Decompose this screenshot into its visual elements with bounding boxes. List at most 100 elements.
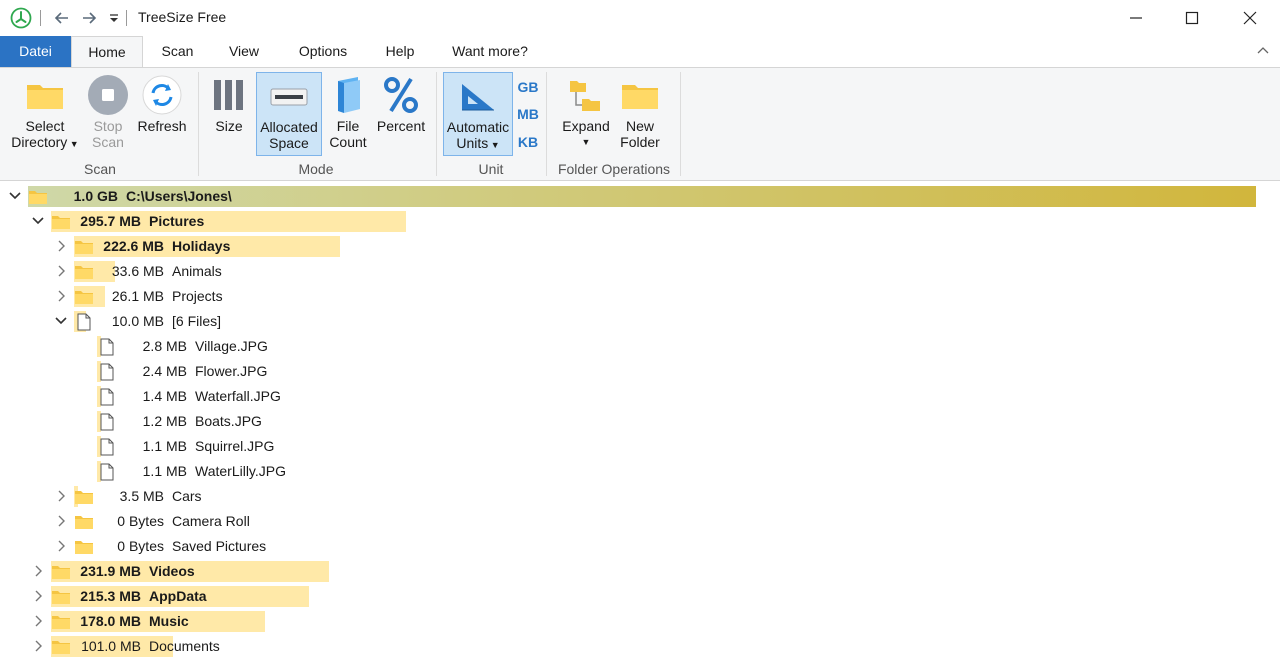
window-title: TreeSize Free — [138, 9, 227, 25]
select-directory-button[interactable]: Select Directory ▼ — [6, 72, 84, 156]
tree-row[interactable]: 33.6 MB Animals — [0, 259, 1280, 284]
size-mode-button[interactable]: Size — [208, 72, 250, 156]
automatic-units-button[interactable]: Automatic Units ▼ — [443, 72, 513, 156]
tree-row[interactable]: 295.7 MB Pictures — [0, 209, 1280, 234]
tree-row[interactable]: 10.0 MB [6 Files] — [0, 309, 1280, 334]
tree-row-name: Village.JPG — [195, 338, 268, 354]
folder-icon — [28, 188, 48, 205]
automatic-units-label-2: Units — [456, 135, 489, 151]
file-count-mode-button[interactable]: File Count — [326, 72, 370, 156]
allocated-space-mode-button[interactable]: Allocated Space — [256, 72, 322, 156]
tree-row-size: 2.4 MB — [142, 363, 187, 379]
chevron-right-icon[interactable] — [54, 538, 68, 554]
folder-icon — [74, 513, 94, 530]
chevron-right-icon[interactable] — [54, 238, 68, 254]
chevron-right-icon[interactable] — [54, 488, 68, 504]
maximize-button[interactable] — [1163, 0, 1221, 36]
tree-row-name: Squirrel.JPG — [195, 438, 275, 454]
tab-help[interactable]: Help — [373, 36, 427, 67]
new-folder-button[interactable]: New Folder — [616, 72, 664, 156]
tree-row[interactable]: 1.1 MB WaterLilly.JPG — [0, 459, 1280, 484]
tree-row-name: Projects — [172, 288, 223, 304]
tree-row-size: 0 Bytes — [117, 513, 164, 529]
tree-row[interactable]: 1.2 MB Boats.JPG — [0, 409, 1280, 434]
folder-icon — [51, 213, 71, 230]
ribbon-panel: Select Directory ▼ Stop Scan Refresh Siz… — [0, 67, 1280, 181]
tab-want-more[interactable]: Want more? — [441, 36, 539, 67]
tree-row[interactable]: 222.6 MB Holidays — [0, 234, 1280, 259]
folder-icon — [6, 72, 84, 118]
tree-row[interactable]: 2.8 MB Village.JPG — [0, 334, 1280, 359]
tree-row-size: 215.3 MB — [80, 588, 141, 604]
folder-icon — [51, 613, 71, 630]
folder-icon — [51, 588, 71, 605]
tree-row-name: Waterfall.JPG — [195, 388, 281, 404]
tree-row-size: 3.5 MB — [119, 488, 164, 504]
customize-quick-access-icon[interactable] — [104, 8, 124, 28]
treesize-logo-icon[interactable] — [10, 7, 32, 29]
size-label: Size — [215, 118, 243, 134]
file-icon — [97, 388, 117, 406]
mb-unit-button[interactable]: MB — [516, 106, 540, 122]
tree-row-name: Music — [149, 613, 189, 629]
tree-row[interactable]: 2.4 MB Flower.JPG — [0, 359, 1280, 384]
tab-options[interactable]: Options — [285, 36, 361, 67]
chevron-right-icon[interactable] — [54, 513, 68, 529]
file-icon — [97, 363, 117, 381]
tree-row[interactable]: 215.3 MB AppData — [0, 584, 1280, 609]
chevron-down-icon[interactable] — [31, 213, 45, 229]
tab-home[interactable]: Home — [71, 36, 143, 67]
collapse-ribbon-chevron-up-icon[interactable] — [1256, 44, 1270, 58]
chevron-down-icon[interactable] — [54, 313, 68, 329]
tree-row[interactable]: 101.0 MB Documents — [0, 634, 1280, 659]
tree-row[interactable]: 1.1 MB Squirrel.JPG — [0, 434, 1280, 459]
group-separator — [198, 72, 199, 176]
tree-row-name: [6 Files] — [172, 313, 222, 329]
tree-row-name: Pictures — [149, 213, 205, 229]
tree-row[interactable]: 0 Bytes Camera Roll — [0, 509, 1280, 534]
tree-row-size: 222.6 MB — [103, 238, 164, 254]
group-separator — [546, 72, 547, 176]
file-stack-icon — [326, 72, 370, 118]
minimize-button[interactable] — [1107, 0, 1165, 36]
tree-row-size: 1.1 MB — [142, 438, 187, 454]
file-icon — [97, 338, 117, 356]
file-icon — [97, 438, 117, 456]
chevron-right-icon[interactable] — [31, 638, 45, 654]
tree-row[interactable]: 1.0 GB C:\Users\Jones\ — [0, 184, 1280, 209]
chevron-right-icon[interactable] — [54, 288, 68, 304]
back-arrow-icon[interactable] — [52, 8, 72, 28]
tree-row[interactable]: 3.5 MB Cars — [0, 484, 1280, 509]
close-button[interactable] — [1221, 0, 1279, 36]
chevron-right-icon[interactable] — [31, 563, 45, 579]
chevron-right-icon[interactable] — [31, 588, 45, 604]
tree-row[interactable]: 26.1 MB Projects — [0, 284, 1280, 309]
tree-row[interactable]: 1.4 MB Waterfall.JPG — [0, 384, 1280, 409]
tree-row-size: 0 Bytes — [117, 538, 164, 554]
chevron-right-icon[interactable] — [31, 613, 45, 629]
group-label-mode: Mode — [298, 161, 334, 177]
new-folder-label-1: New — [625, 118, 654, 134]
ruler-triangle-icon — [444, 73, 512, 119]
folder-tree[interactable]: 1.0 GB C:\Users\Jones\ 295.7 MB Pictures 222… — [0, 182, 1280, 660]
chevron-down-icon[interactable] — [8, 188, 22, 204]
tree-row-name: C:\Users\Jones\ — [126, 188, 232, 204]
tree-row-name: Documents — [149, 638, 220, 654]
kb-unit-button[interactable]: KB — [516, 134, 540, 150]
percent-mode-button[interactable]: Percent — [374, 72, 428, 156]
tree-row[interactable]: 0 Bytes Saved Pictures — [0, 534, 1280, 559]
tab-view[interactable]: View — [218, 36, 270, 67]
tree-row[interactable]: 231.9 MB Videos — [0, 559, 1280, 584]
group-label-unit: Unit — [478, 161, 504, 177]
expand-button[interactable]: Expand ▼ — [558, 72, 614, 156]
group-separator — [680, 72, 681, 176]
tree-row[interactable]: 178.0 MB Music — [0, 609, 1280, 634]
gb-unit-button[interactable]: GB — [516, 79, 540, 95]
tab-file[interactable]: Datei — [0, 36, 71, 67]
forward-arrow-icon[interactable] — [79, 8, 99, 28]
refresh-button[interactable]: Refresh — [134, 72, 190, 156]
stop-scan-button[interactable]: Stop Scan — [86, 72, 130, 156]
tab-scan[interactable]: Scan — [150, 36, 205, 67]
file-count-label-2: Count — [329, 134, 367, 150]
chevron-right-icon[interactable] — [54, 263, 68, 279]
